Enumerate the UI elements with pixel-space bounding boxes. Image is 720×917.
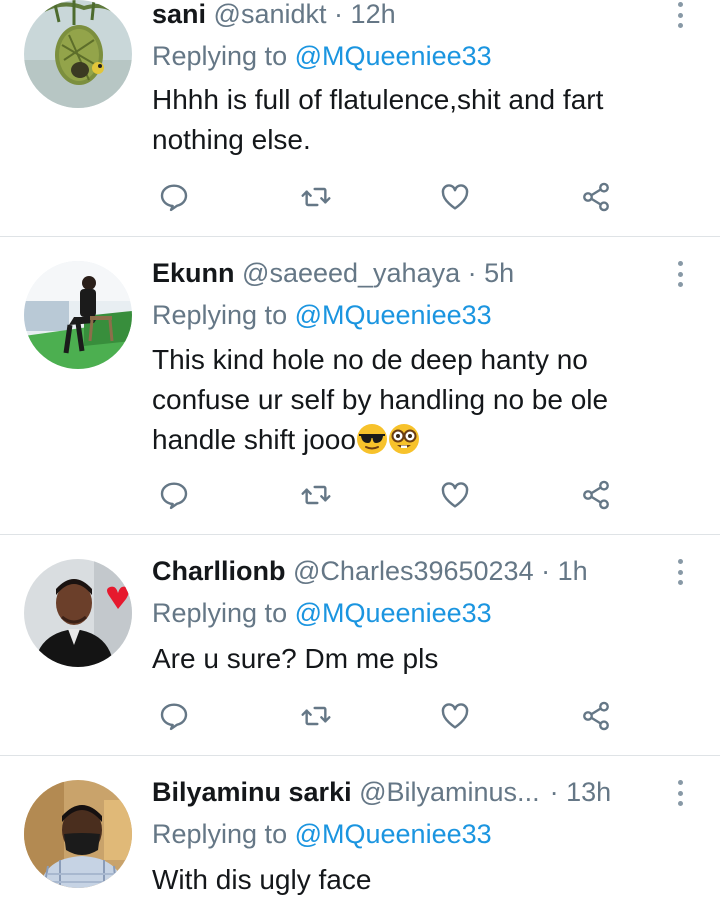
man-heart-avatar-image bbox=[24, 559, 132, 667]
tweet-3[interactable]: Charllionb @Charles39650234 · 1h Replyin… bbox=[0, 535, 720, 755]
tweet-text: With dis ugly face bbox=[152, 864, 372, 895]
replying-to-label: Replying to bbox=[152, 41, 288, 71]
like-heart-icon[interactable] bbox=[435, 475, 475, 515]
display-name[interactable]: Charllionb bbox=[152, 556, 286, 586]
share-icon[interactable] bbox=[576, 696, 616, 736]
tweet-header: Charllionb @Charles39650234 · 1h bbox=[152, 553, 660, 589]
more-options-icon[interactable] bbox=[668, 557, 692, 587]
more-options-icon[interactable] bbox=[668, 259, 692, 289]
separator-dot: · bbox=[549, 777, 559, 807]
user-handle[interactable]: @Bilyaminus... bbox=[359, 777, 539, 807]
action-bar bbox=[0, 177, 720, 217]
man-mask-avatar-image bbox=[24, 780, 132, 888]
more-options-icon[interactable] bbox=[668, 778, 692, 808]
mention-link[interactable]: @MQueeniee33 bbox=[295, 300, 492, 330]
tweet-text: Are u sure? Dm me pls bbox=[152, 643, 439, 674]
tweet-header: Bilyaminu sarki @Bilyaminus... · 13h bbox=[152, 774, 660, 810]
timestamp[interactable]: 5h bbox=[484, 258, 514, 288]
mention-link[interactable]: @MQueeniee33 bbox=[295, 819, 492, 849]
avatar[interactable] bbox=[24, 0, 132, 108]
avatar[interactable] bbox=[24, 261, 132, 369]
sunglasses-face-emoji bbox=[356, 424, 387, 454]
separator-dot: · bbox=[541, 556, 551, 586]
display-name[interactable]: sani bbox=[152, 0, 206, 29]
replying-to: Replying to @MQueeniee33 bbox=[152, 297, 492, 333]
share-icon[interactable] bbox=[576, 475, 616, 515]
mention-link[interactable]: @MQueeniee33 bbox=[295, 41, 492, 71]
mention-link[interactable]: @MQueeniee33 bbox=[295, 598, 492, 628]
separator-dot: · bbox=[334, 0, 344, 29]
man-seated-avatar-image bbox=[24, 261, 132, 369]
retweet-icon[interactable] bbox=[296, 475, 336, 515]
replying-to: Replying to @MQueeniee33 bbox=[152, 816, 492, 852]
timestamp[interactable]: 13h bbox=[566, 777, 611, 807]
reply-icon[interactable] bbox=[154, 475, 194, 515]
replying-to-label: Replying to bbox=[152, 300, 288, 330]
replying-to-label: Replying to bbox=[152, 819, 288, 849]
tweet-text: This kind hole no de deep hanty no confu… bbox=[152, 340, 672, 460]
replying-to: Replying to @MQueeniee33 bbox=[152, 595, 492, 631]
separator-dot: · bbox=[467, 258, 477, 288]
tweet-text: Hhhh is full of flatulence,shit and fart… bbox=[152, 84, 604, 155]
reply-icon[interactable] bbox=[154, 696, 194, 736]
tweet-header: Ekunn @saeeed_yahaya · 5h bbox=[152, 255, 660, 291]
more-options-icon[interactable] bbox=[668, 0, 692, 30]
avatar[interactable] bbox=[24, 559, 132, 667]
replying-to-label: Replying to bbox=[152, 598, 288, 628]
nerd-face-emoji bbox=[388, 424, 419, 454]
user-handle[interactable]: @Charles39650234 bbox=[293, 556, 534, 586]
action-bar bbox=[0, 696, 720, 736]
user-handle[interactable]: @sanidkt bbox=[214, 0, 327, 29]
tweet-1[interactable]: sani @sanidkt · 12h Replying to @MQueeni… bbox=[0, 0, 720, 236]
retweet-icon[interactable] bbox=[296, 696, 336, 736]
display-name[interactable]: Ekunn bbox=[152, 258, 235, 288]
timestamp[interactable]: 12h bbox=[351, 0, 396, 29]
like-heart-icon[interactable] bbox=[435, 177, 475, 217]
bird-nest-avatar-image bbox=[24, 0, 132, 108]
reply-icon[interactable] bbox=[154, 177, 194, 217]
replying-to: Replying to @MQueeniee33 bbox=[152, 38, 492, 74]
action-bar bbox=[0, 475, 720, 515]
retweet-icon[interactable] bbox=[296, 177, 336, 217]
avatar[interactable] bbox=[24, 780, 132, 888]
share-icon[interactable] bbox=[576, 177, 616, 217]
timestamp[interactable]: 1h bbox=[558, 556, 588, 586]
tweet-2[interactable]: Ekunn @saeeed_yahaya · 5h Replying to @M… bbox=[0, 237, 720, 534]
display-name[interactable]: Bilyaminu sarki bbox=[152, 777, 352, 807]
user-handle[interactable]: @saeeed_yahaya bbox=[242, 258, 460, 288]
like-heart-icon[interactable] bbox=[435, 696, 475, 736]
tweet-4[interactable]: Bilyaminu sarki @Bilyaminus... · 13h Rep… bbox=[0, 756, 720, 917]
tweet-header: sani @sanidkt · 12h bbox=[152, 0, 660, 32]
